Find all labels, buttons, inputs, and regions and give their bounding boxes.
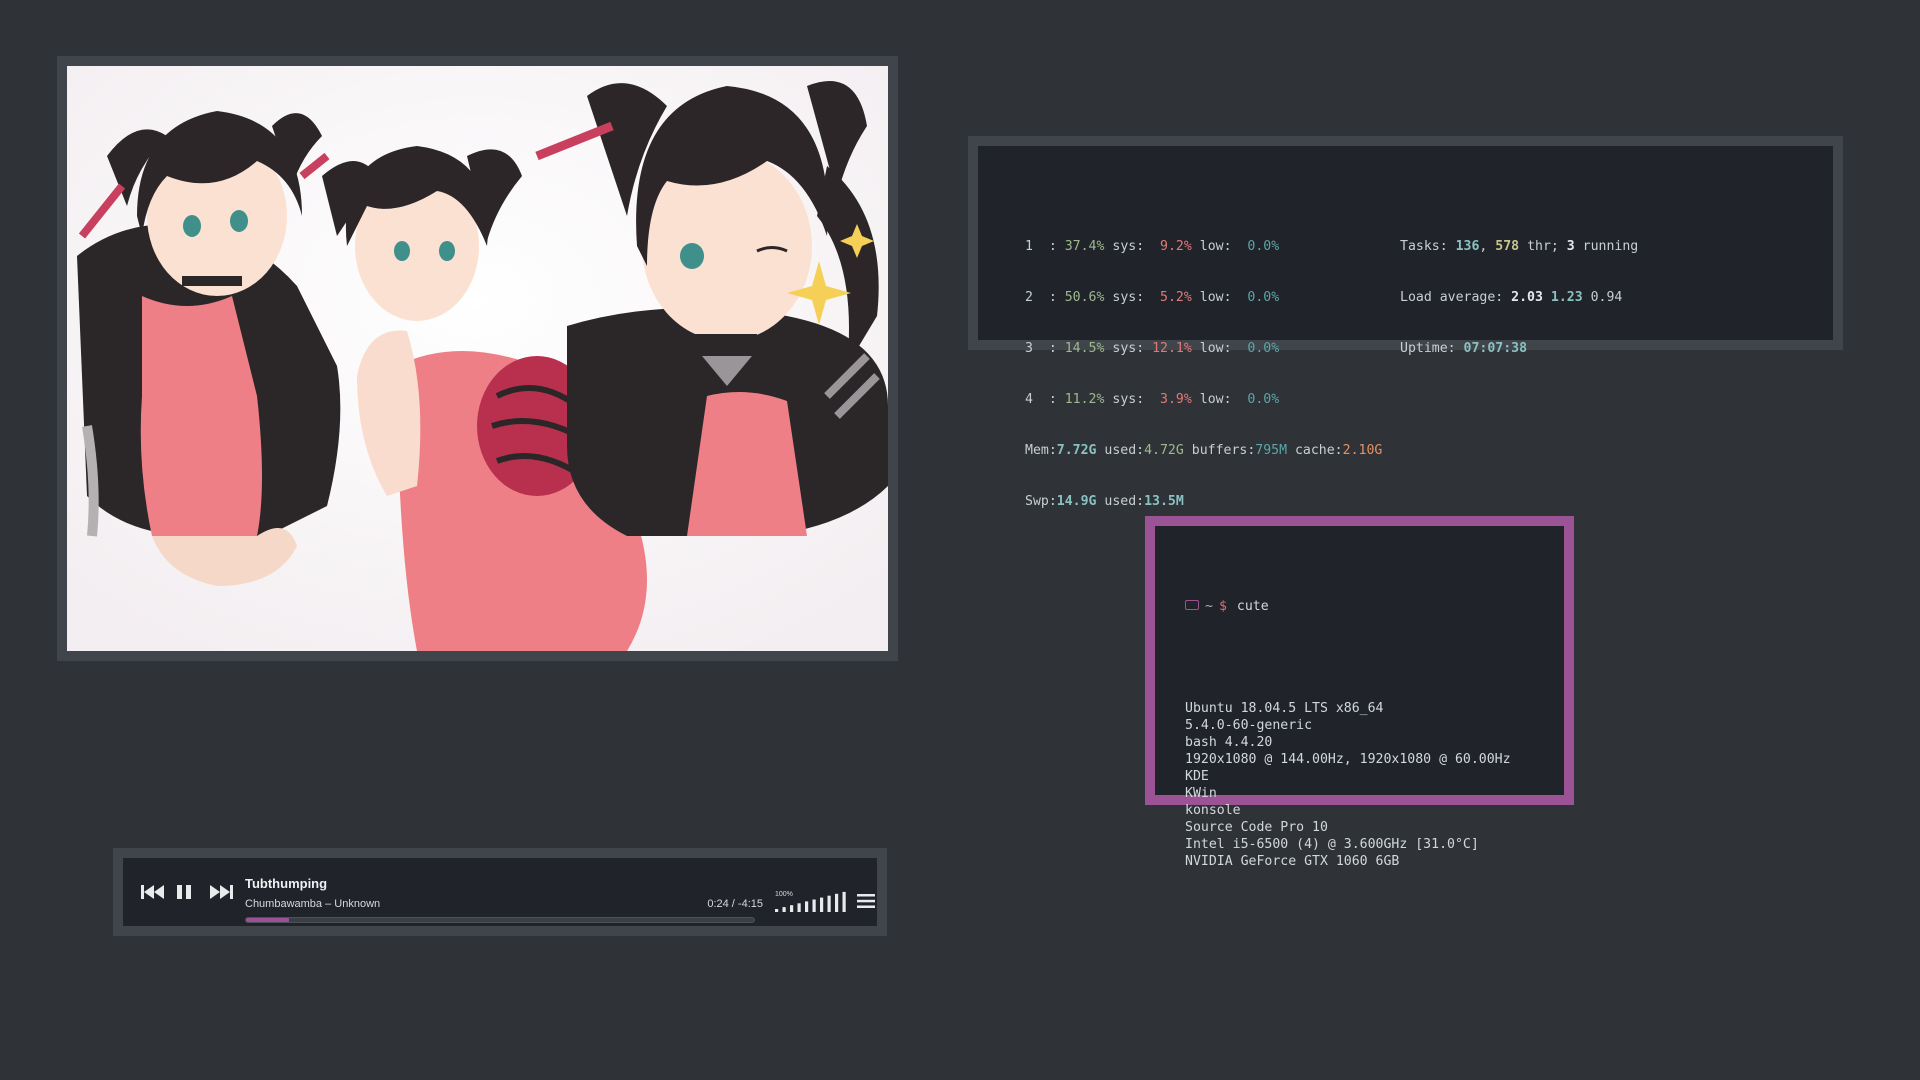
volume-slider[interactable] bbox=[773, 890, 853, 912]
system-info-line: NVIDIA GeForce GTX 1060 6GB bbox=[1185, 854, 1400, 869]
htop-summary: Tasks: 136, 578 thr; 3 running Load aver… bbox=[1400, 204, 1638, 391]
mem-row: Mem:7.72G used:4.72G buffers:795M cache:… bbox=[1025, 443, 1383, 458]
htop-meters: 1 : 37.4% sys: 9.2% low: 0.0% 2 : 50.6% … bbox=[1025, 204, 1382, 544]
htop-terminal-window: 1 : 37.4% sys: 9.2% low: 0.0% 2 : 50.6% … bbox=[968, 136, 1843, 509]
neofetch-output: ~ $ cute Ubuntu 18.04.5 LTS x86_64 5.4.0-60… bbox=[1185, 564, 1511, 904]
volume-bar bbox=[835, 893, 839, 912]
volume-bar bbox=[805, 901, 809, 912]
skip-forward-icon[interactable] bbox=[209, 884, 233, 905]
system-info-line: Source Code Pro 10 bbox=[1185, 820, 1328, 835]
system-info-list: Ubuntu 18.04.5 LTS x86_64 5.4.0-60-generi… bbox=[1185, 700, 1511, 870]
load-average-row: Load average: 2.03 1.23 0.94 bbox=[1400, 290, 1623, 305]
music-player-widget: Tubthumping Chumbawamba – Unknown 0:24 /… bbox=[113, 848, 887, 936]
image-viewer-window bbox=[57, 56, 898, 661]
volume-bar bbox=[775, 909, 779, 912]
cpu-row: 2 : 50.6% sys: 5.2% low: 0.0% bbox=[1025, 290, 1280, 305]
system-info-line: 5.4.0-60-generic bbox=[1185, 718, 1313, 733]
cpu-row: 4 : 11.2% sys: 3.9% low: 0.0% bbox=[1025, 392, 1280, 407]
pause-icon[interactable] bbox=[176, 884, 192, 905]
progress-fill bbox=[246, 918, 290, 922]
skip-back-icon[interactable] bbox=[141, 884, 165, 905]
volume-bar bbox=[827, 895, 831, 912]
track-artist: Chumbawamba – Unknown bbox=[245, 898, 381, 910]
anime-artwork-image bbox=[67, 66, 888, 651]
command-text: cute bbox=[1236, 599, 1269, 614]
volume-bar bbox=[797, 903, 801, 912]
system-info-line: Ubuntu 18.04.5 LTS x86_64 bbox=[1185, 701, 1384, 716]
cpu-row: 3 : 14.5% sys: 12.1% low: 0.0% bbox=[1025, 341, 1280, 356]
tasks-row: Tasks: 136, 578 thr; 3 running bbox=[1400, 239, 1639, 254]
system-info-line: KDE bbox=[1185, 769, 1209, 784]
swap-row: Swp:14.9G used:13.5M bbox=[1025, 494, 1184, 509]
keyboard-icon bbox=[1185, 600, 1199, 610]
track-time: 0:24 / -4:15 bbox=[707, 898, 763, 910]
system-info-line: bash 4.4.20 bbox=[1185, 735, 1273, 750]
volume-bar bbox=[782, 907, 786, 912]
system-info-line: 1920x1080 @ 144.00Hz, 1920x1080 @ 60.00H… bbox=[1185, 752, 1511, 767]
cpu-row: 1 : 37.4% sys: 9.2% low: 0.0% bbox=[1025, 239, 1280, 254]
progress-bar[interactable] bbox=[245, 917, 755, 923]
shell-prompt: ~ $ cute bbox=[1185, 598, 1511, 615]
system-info-line: Intel i5-6500 (4) @ 3.600GHz [31.0°C] bbox=[1185, 837, 1479, 852]
neofetch-terminal-window: ~ $ cute Ubuntu 18.04.5 LTS x86_64 5.4.0-60… bbox=[1145, 516, 1574, 869]
system-info-line: konsole bbox=[1185, 803, 1241, 818]
volume-bar bbox=[812, 899, 816, 912]
volume-bar bbox=[820, 897, 824, 912]
volume-bar bbox=[842, 891, 846, 912]
hamburger-menu-icon[interactable] bbox=[857, 893, 875, 914]
volume-bar bbox=[790, 905, 794, 912]
artwork-illustration bbox=[67, 66, 888, 651]
system-info-line: KWin bbox=[1185, 786, 1217, 801]
uptime-row: Uptime: 07:07:38 bbox=[1400, 341, 1528, 356]
track-title: Tubthumping bbox=[245, 876, 328, 891]
